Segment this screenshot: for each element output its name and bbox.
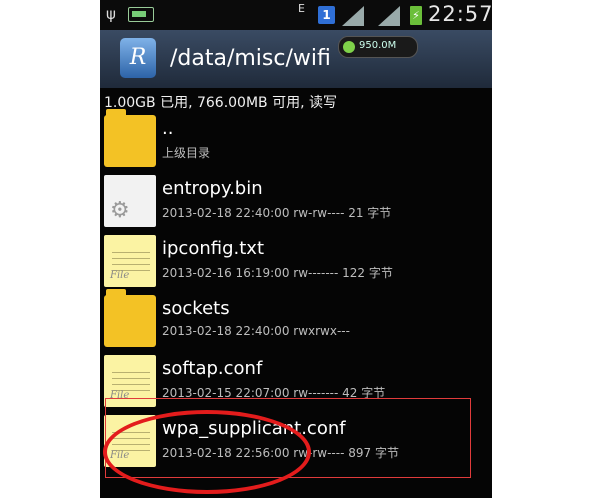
- list-item-entropy-bin[interactable]: ⚙ entropy.bin 2013-02-18 22:40:00 rw-rw-…: [100, 170, 492, 230]
- app-icon[interactable]: R: [120, 38, 156, 78]
- memory-badge[interactable]: 950.0M: [338, 36, 418, 58]
- file-name: ipconfig.txt: [162, 238, 264, 259]
- file-meta: 上级目录: [162, 146, 211, 160]
- memory-icon: [343, 41, 355, 53]
- file-name: softap.conf: [162, 358, 263, 379]
- storage-info: 1.00GB 已用, 766.00MB 可用, 读写: [104, 95, 337, 111]
- sim-badge: 1: [318, 6, 335, 24]
- current-path: /data/misc/wifi: [170, 46, 331, 71]
- battery-small-icon: [128, 7, 154, 22]
- highlight-circle: [103, 410, 311, 494]
- signal-icon: [342, 6, 364, 26]
- battery-icon: ⚡: [410, 6, 422, 25]
- list-item-parent[interactable]: .. 上级目录: [100, 109, 492, 170]
- list-item-sockets[interactable]: sockets 2013-02-18 22:40:00 rwxrwx---: [100, 289, 492, 350]
- gear-icon: ⚙: [104, 175, 156, 227]
- usb-icon: ψ: [106, 5, 116, 23]
- app-header: R /data/misc/wifi 950.0M: [100, 30, 492, 88]
- clock: 22:57: [428, 2, 492, 26]
- signal-icon: [378, 6, 400, 26]
- file-meta: 2013-02-18 22:40:00 rw-rw---- 21 字节: [162, 206, 392, 220]
- file-meta: 2013-02-16 16:19:00 rw------- 122 字节: [162, 266, 393, 280]
- file-meta: 2013-02-18 22:40:00 rwxrwx---: [162, 324, 350, 338]
- folder-icon: [104, 109, 156, 167]
- list-item-ipconfig-txt[interactable]: File ipconfig.txt 2013-02-16 16:19:00 rw…: [100, 230, 492, 290]
- file-name: entropy.bin: [162, 178, 263, 199]
- memory-label: 950.0M: [359, 40, 397, 51]
- folder-icon: [104, 289, 156, 347]
- file-name: sockets: [162, 298, 230, 319]
- network-type: E: [298, 2, 305, 15]
- file-name: ..: [162, 118, 174, 139]
- status-bar: ψ E 1 ⚡ 22:57: [100, 0, 492, 30]
- note-icon: File: [104, 235, 156, 287]
